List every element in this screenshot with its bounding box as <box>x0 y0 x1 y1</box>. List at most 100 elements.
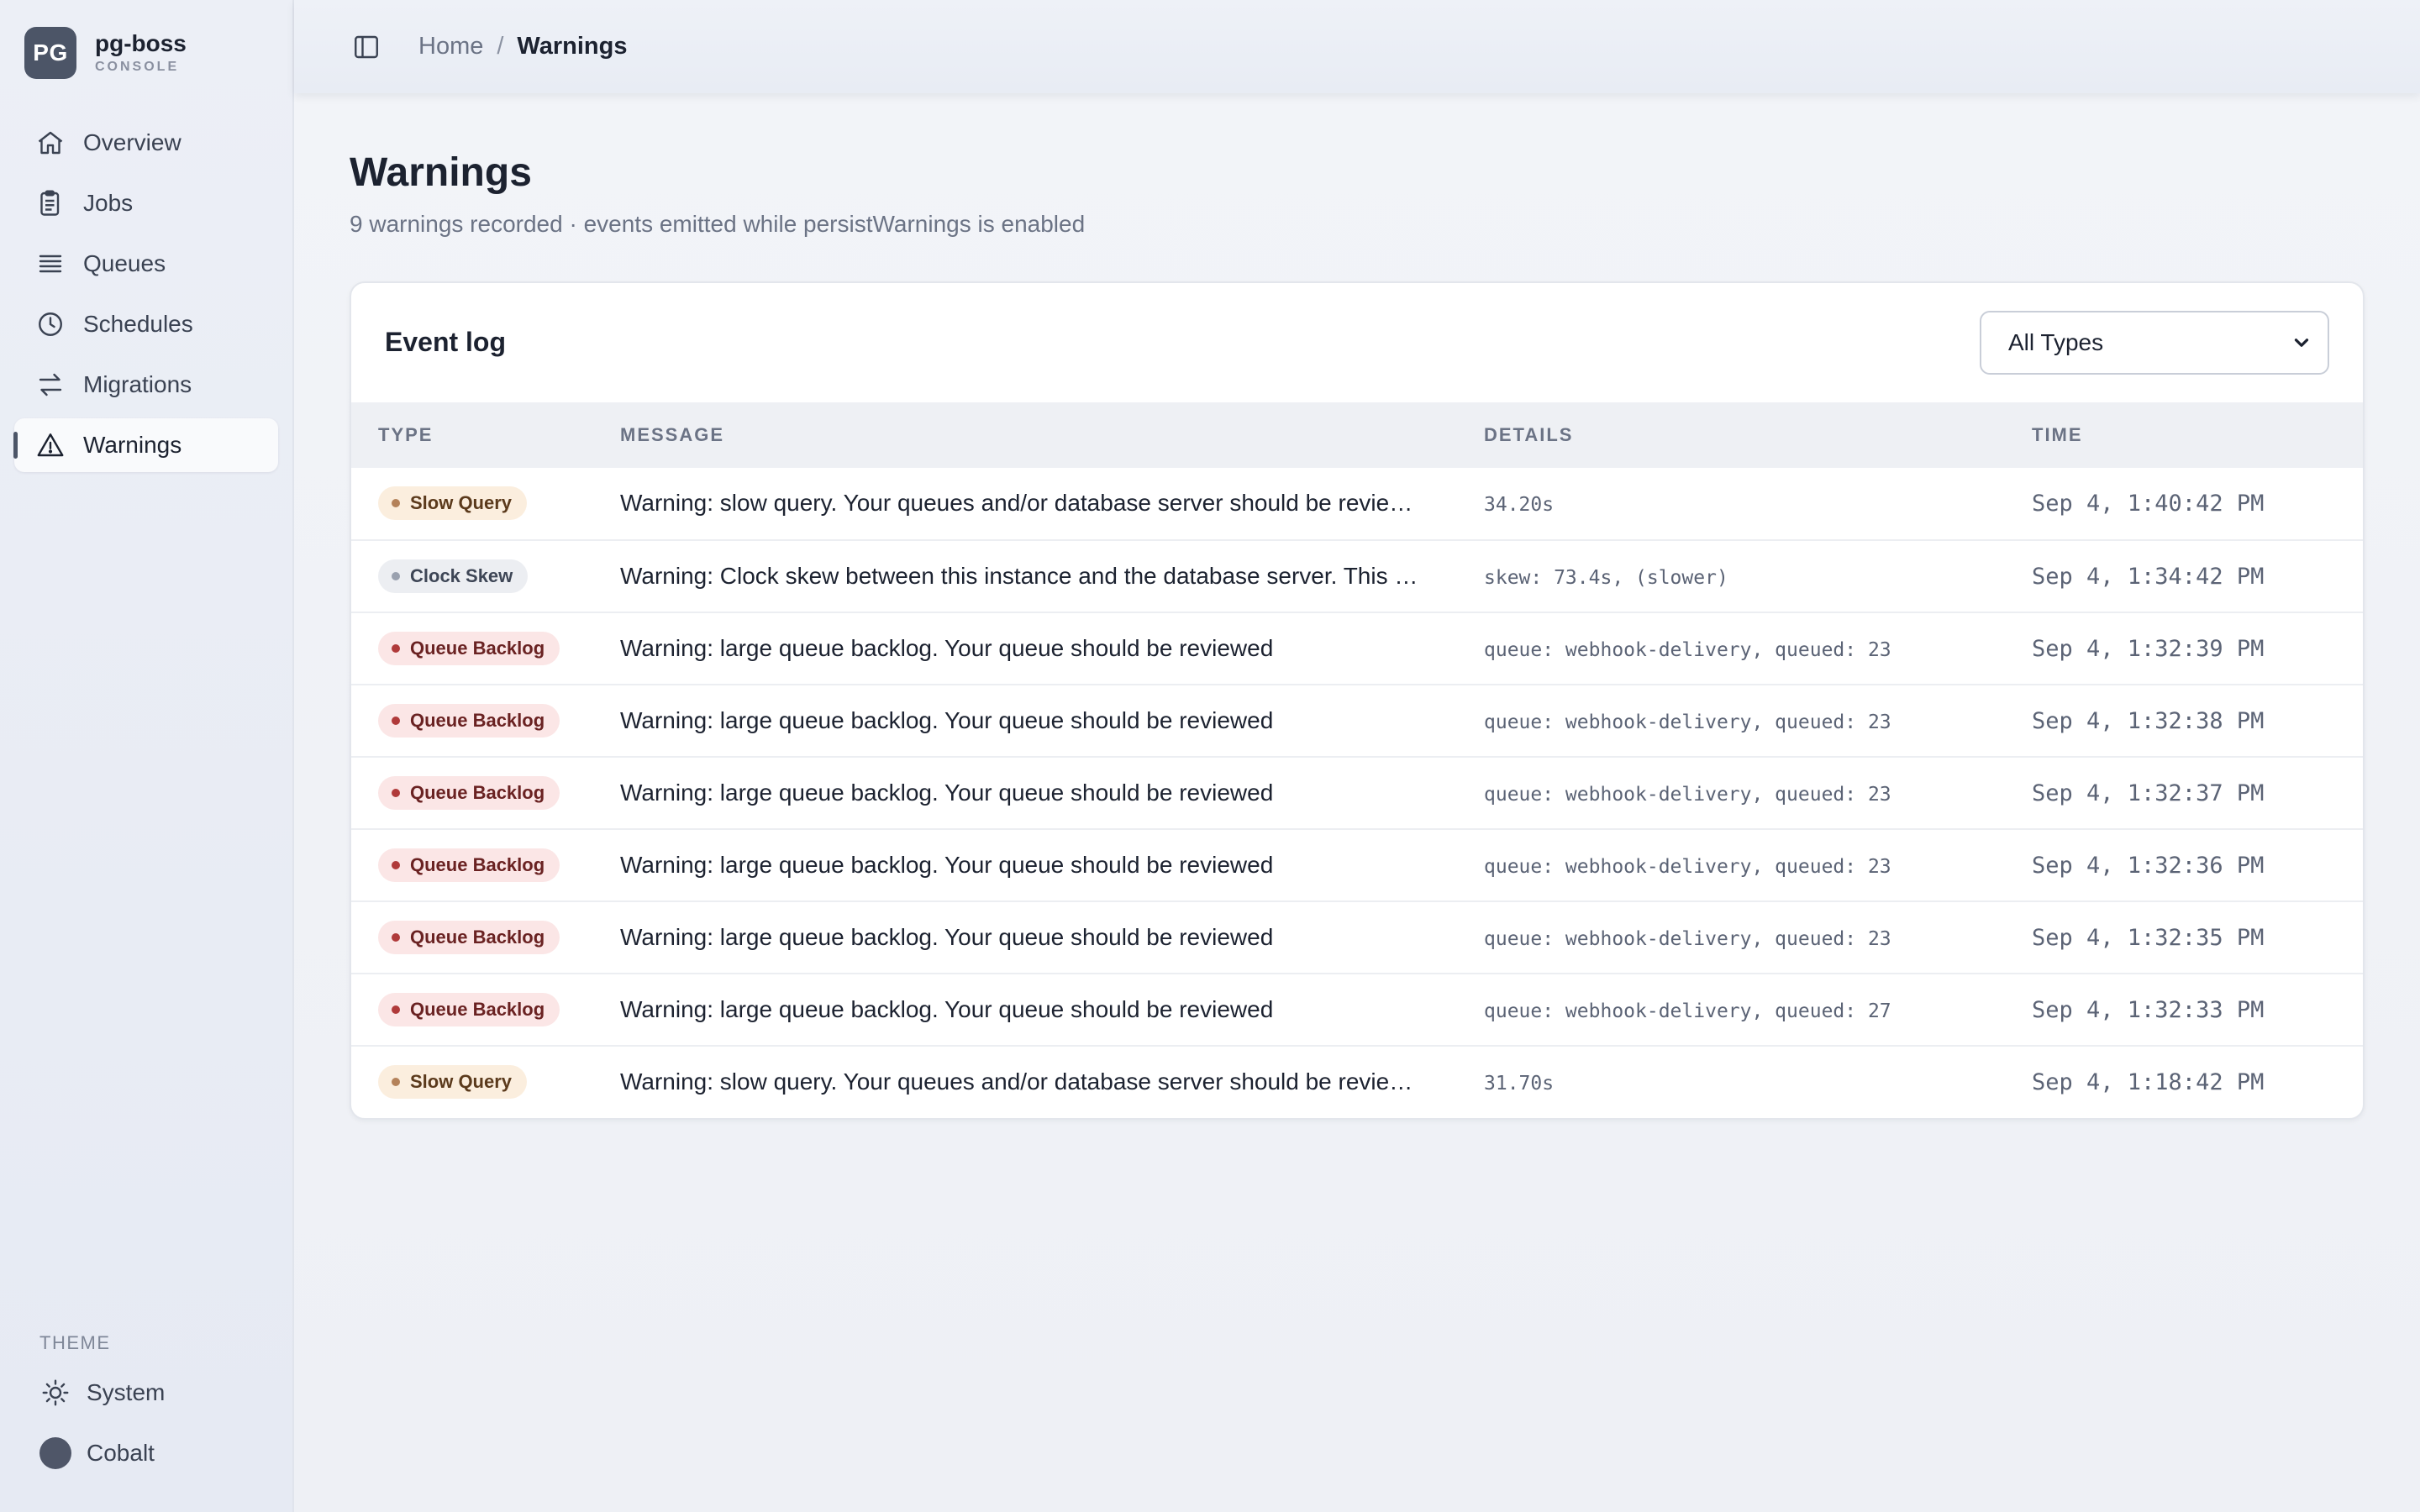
table-row[interactable]: Queue Backlog Warning: large queue backlo… <box>351 900 2363 974</box>
breadcrumb-current: Warnings <box>517 33 628 60</box>
time-text: Sep 4, 1:18:42 PM <box>2032 1069 2265 1096</box>
time-cell: Sep 4, 1:32:35 PM <box>2031 901 2363 974</box>
table-row[interactable]: Queue Backlog Warning: large queue backlo… <box>351 612 2363 685</box>
sidebar-item-warnings[interactable]: Warnings <box>13 418 278 472</box>
table-row[interactable]: Queue Backlog Warning: large queue backlo… <box>351 756 2363 829</box>
sidebar-nav: Overview Jobs Queues Schedules Migration… <box>0 116 292 472</box>
type-badge-label: Queue Backlog <box>410 709 545 731</box>
topbar: Home / Warnings <box>294 0 2420 93</box>
breadcrumb-home-link[interactable]: Home <box>418 33 483 60</box>
type-filter-value: All Types <box>2008 328 2104 355</box>
type-cell: Slow Query <box>351 1046 619 1118</box>
type-badge-label: Queue Backlog <box>410 926 545 948</box>
column-header-time[interactable]: TIME <box>2031 402 2363 468</box>
main-area: Home / Warnings Warnings 9 warnings reco… <box>294 0 2420 1512</box>
table-row[interactable]: Queue Backlog Warning: large queue backlo… <box>351 828 2363 901</box>
type-badge: Queue Backlog <box>378 992 560 1026</box>
sidebar-item-jobs[interactable]: Jobs <box>14 176 278 230</box>
breadcrumb-separator: / <box>497 33 504 60</box>
type-cell: Queue Backlog <box>351 612 619 685</box>
column-header-message[interactable]: MESSAGE <box>619 402 1483 468</box>
message-text: Warning: slow query. Your queues and/or … <box>620 1068 1413 1095</box>
type-badge-label: Queue Backlog <box>410 998 545 1020</box>
time-text: Sep 4, 1:32:35 PM <box>2032 924 2265 951</box>
details-cell: 31.70s <box>1483 1046 2031 1118</box>
sun-icon <box>39 1377 71 1409</box>
type-badge: Queue Backlog <box>378 848 560 882</box>
details-text: queue: webhook-delivery, queued: 27 <box>1484 1000 1891 1022</box>
time-text: Sep 4, 1:32:38 PM <box>2032 707 2265 734</box>
table-row[interactable]: Slow Query Warning: slow query. Your queu… <box>351 468 2363 540</box>
type-badge: Queue Backlog <box>378 920 560 954</box>
type-cell: Queue Backlog <box>351 685 619 757</box>
type-cell: Queue Backlog <box>351 901 619 974</box>
details-text: queue: webhook-delivery, queued: 23 <box>1484 638 1891 661</box>
arrows-icon <box>34 369 66 401</box>
home-icon <box>34 127 66 159</box>
sidebar-item-schedules[interactable]: Schedules <box>14 297 278 351</box>
sidebar-toggle-button[interactable] <box>350 30 383 64</box>
theme-mode-toggle[interactable]: System <box>0 1366 292 1420</box>
badge-dot-icon <box>392 499 400 508</box>
event-log-table: TYPE MESSAGE DETAILS TIME Slow Query Warn… <box>351 402 2363 1118</box>
sidebar-item-queues[interactable]: Queues <box>14 237 278 291</box>
type-cell: Clock Skew <box>351 540 619 612</box>
time-cell: Sep 4, 1:32:37 PM <box>2031 757 2363 829</box>
time-cell: Sep 4, 1:18:42 PM <box>2031 1046 2363 1118</box>
message-cell: Warning: large queue backlog. Your queue… <box>619 974 1483 1046</box>
chevron-down-icon <box>2294 338 2309 347</box>
clock-icon <box>34 308 66 340</box>
brand-name: pg-boss <box>95 29 187 56</box>
time-cell: Sep 4, 1:32:36 PM <box>2031 829 2363 901</box>
list-icon <box>34 248 66 280</box>
time-text: Sep 4, 1:34:42 PM <box>2032 563 2265 590</box>
event-log-title: Event log <box>385 327 507 358</box>
type-badge: Queue Backlog <box>378 775 560 810</box>
message-text: Warning: large queue backlog. Your queue… <box>620 779 1274 806</box>
brand[interactable]: PG pg-boss CONSOLE <box>0 0 292 81</box>
message-cell: Warning: large queue backlog. Your queue… <box>619 612 1483 685</box>
table-row[interactable]: Clock Skew Warning: Clock skew between th… <box>351 539 2363 612</box>
sidebar-item-label: Queues <box>83 250 166 276</box>
details-cell: queue: webhook-delivery, queued: 23 <box>1483 901 2031 974</box>
column-header-type[interactable]: TYPE <box>351 402 619 468</box>
time-cell: Sep 4, 1:34:42 PM <box>2031 540 2363 612</box>
type-filter-select[interactable]: All Types <box>1980 310 2329 375</box>
badge-dot-icon <box>392 1005 400 1014</box>
color-swatch <box>39 1437 71 1469</box>
badge-dot-icon <box>392 932 400 942</box>
details-cell: queue: webhook-delivery, queued: 27 <box>1483 974 2031 1046</box>
details-text: skew: 73.4s, (slower) <box>1484 566 1728 589</box>
type-badge: Clock Skew <box>378 559 529 593</box>
details-text: 34.20s <box>1484 494 1555 517</box>
message-cell: Warning: slow query. Your queues and/or … <box>619 468 1483 540</box>
message-cell: Warning: large queue backlog. Your queue… <box>619 757 1483 829</box>
message-cell: Warning: slow query. Your queues and/or … <box>619 1046 1483 1118</box>
time-text: Sep 4, 1:32:33 PM <box>2032 996 2265 1023</box>
type-cell: Queue Backlog <box>351 974 619 1046</box>
sidebar-item-label: Jobs <box>83 190 134 216</box>
theme-color-toggle[interactable]: Cobalt <box>0 1426 292 1480</box>
type-badge-label: Queue Backlog <box>410 853 545 875</box>
table-row[interactable]: Queue Backlog Warning: large queue backlo… <box>351 684 2363 757</box>
sidebar-item-migrations[interactable]: Migrations <box>14 358 278 412</box>
time-text: Sep 4, 1:32:36 PM <box>2032 852 2265 879</box>
theme-mode-label: System <box>87 1379 166 1405</box>
message-text: Warning: large queue backlog. Your queue… <box>620 851 1274 878</box>
badge-dot-icon <box>392 571 400 580</box>
sidebar-item-label: Overview <box>83 129 182 155</box>
sidebar-item-overview[interactable]: Overview <box>14 116 278 170</box>
table-row[interactable]: Slow Query Warning: slow query. Your queu… <box>351 1045 2363 1118</box>
column-header-details[interactable]: DETAILS <box>1483 402 2031 468</box>
page-content: Warnings 9 warnings recorded · events em… <box>294 93 2420 1120</box>
warning-icon <box>34 429 66 461</box>
brand-logo: PG <box>24 27 76 79</box>
type-badge-label: Queue Backlog <box>410 781 545 803</box>
table-row[interactable]: Queue Backlog Warning: large queue backlo… <box>351 973 2363 1046</box>
message-cell: Warning: Clock skew between this instanc… <box>619 540 1483 612</box>
time-cell: Sep 4, 1:40:42 PM <box>2031 468 2363 540</box>
message-text: Warning: large queue backlog. Your queue… <box>620 923 1274 950</box>
time-text: Sep 4, 1:32:39 PM <box>2032 635 2265 662</box>
theme-label: THEME <box>39 1332 111 1353</box>
message-text: Warning: large queue backlog. Your queue… <box>620 634 1274 661</box>
